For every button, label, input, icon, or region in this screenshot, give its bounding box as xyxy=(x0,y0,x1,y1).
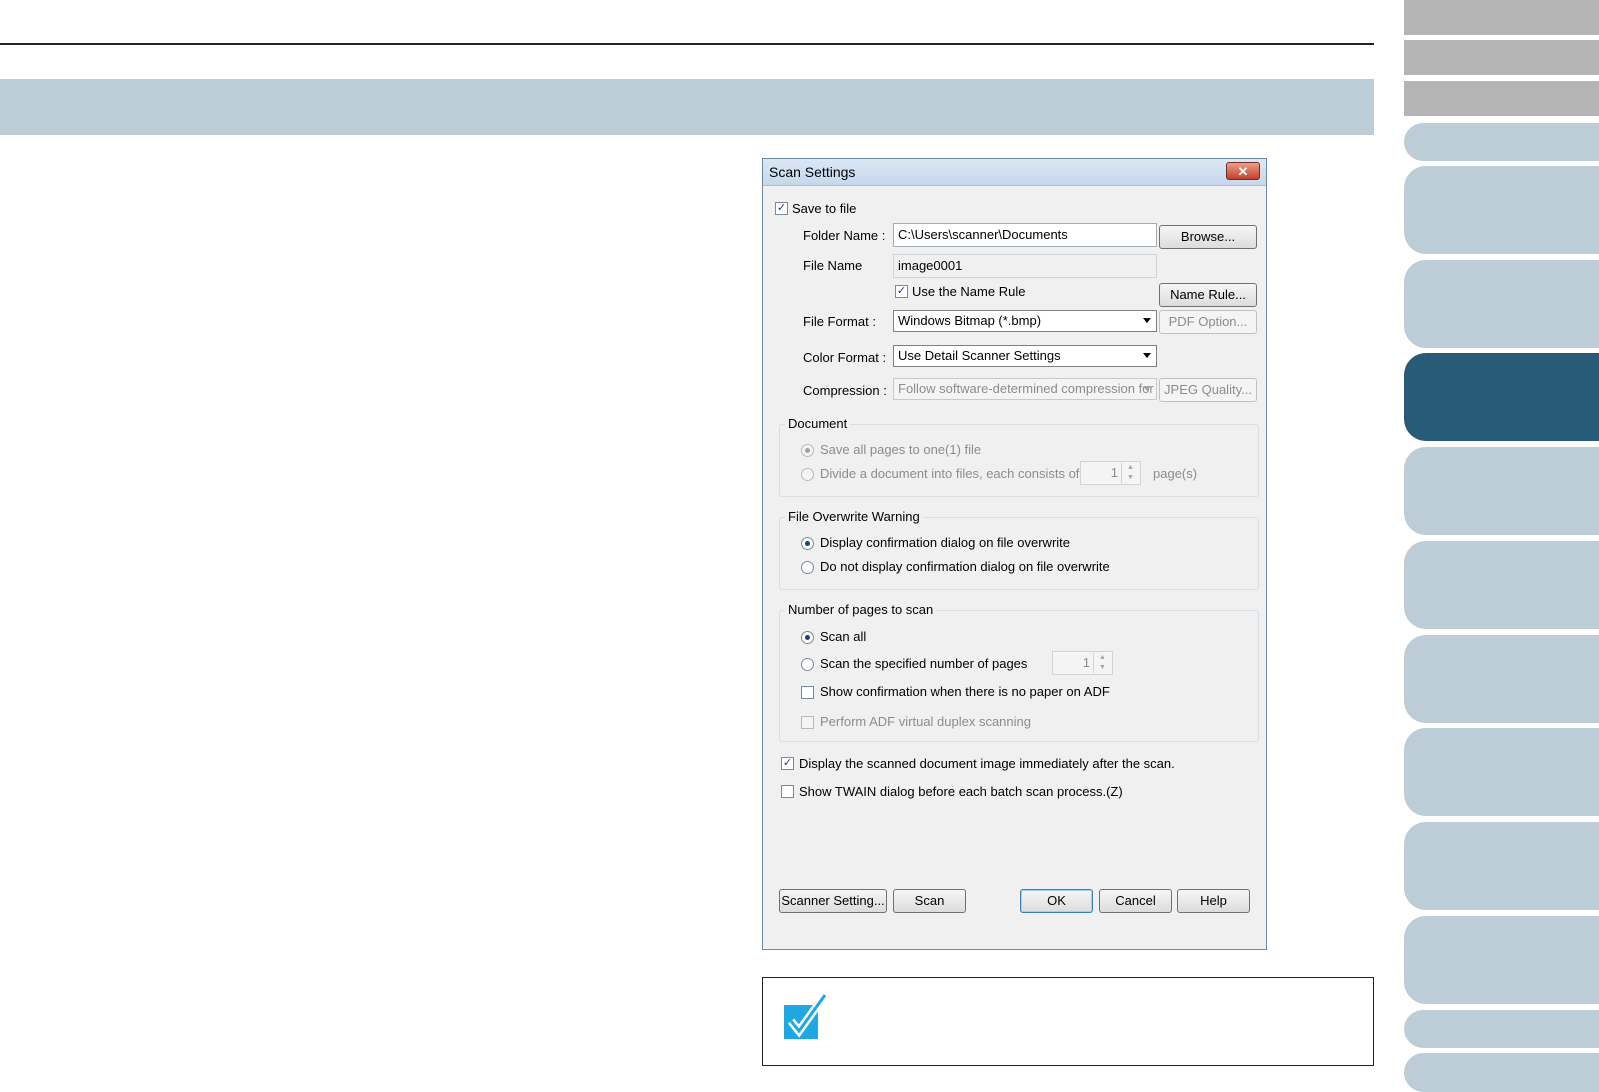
side-tab-14[interactable] xyxy=(1404,1010,1599,1048)
scan-all-radio[interactable] xyxy=(801,631,814,644)
color-format-value: Use Detail Scanner Settings xyxy=(898,348,1061,363)
browse-button[interactable]: Browse... xyxy=(1159,225,1257,249)
virtual-duplex-checkbox[interactable] xyxy=(801,716,814,729)
show-twain-checkbox[interactable] xyxy=(781,785,794,798)
side-tab-5[interactable] xyxy=(1404,166,1599,254)
section-header-band xyxy=(0,79,1374,135)
help-button[interactable]: Help xyxy=(1177,889,1250,913)
check-mark-icon xyxy=(784,992,829,1039)
file-name-field: image0001 xyxy=(893,254,1157,278)
side-tab-8[interactable] xyxy=(1404,447,1599,535)
specified-pages-spinner[interactable]: 1 ▲ ▼ xyxy=(1052,651,1113,675)
display-image-checkbox[interactable]: ✓ xyxy=(781,757,794,770)
top-rule xyxy=(0,43,1374,45)
show-confirmation-checkbox[interactable] xyxy=(801,686,814,699)
folder-name-label: Folder Name : xyxy=(803,228,886,243)
color-format-select[interactable]: Use Detail Scanner Settings xyxy=(893,345,1157,367)
side-tab-12[interactable] xyxy=(1404,822,1599,910)
save-all-one-file-radio[interactable] xyxy=(801,444,814,457)
chevron-down-icon xyxy=(1143,318,1151,323)
color-format-label: Color Format : xyxy=(803,350,887,365)
scan-settings-dialog: Scan Settings ✕ ✓ Save to file Folder Na… xyxy=(762,158,1267,950)
compression-select[interactable]: Follow software-determined compression f… xyxy=(893,378,1157,400)
display-overwrite-dialog-label: Display confirmation dialog on file over… xyxy=(820,535,1071,550)
pages-unit-label: page(s) xyxy=(1153,466,1198,481)
pages-to-scan-group-label: Number of pages to scan xyxy=(785,602,937,617)
name-rule-button[interactable]: Name Rule... xyxy=(1159,283,1257,307)
side-tab-2[interactable] xyxy=(1404,40,1599,75)
jpeg-quality-button[interactable]: JPEG Quality... xyxy=(1159,378,1257,402)
file-format-select[interactable]: Windows Bitmap (*.bmp) xyxy=(893,310,1157,332)
side-tab-15[interactable] xyxy=(1404,1053,1599,1092)
spinner-arrows-icon[interactable]: ▲ ▼ xyxy=(1121,463,1139,483)
file-name-label: File Name xyxy=(803,258,863,273)
folder-name-input[interactable]: C:\Users\scanner\Documents xyxy=(893,223,1157,247)
display-overwrite-dialog-radio[interactable] xyxy=(801,537,814,550)
side-tab-3[interactable] xyxy=(1404,81,1599,116)
side-tab-11[interactable] xyxy=(1404,728,1599,816)
chevron-down-icon xyxy=(1143,353,1151,358)
show-confirmation-label: Show confirmation when there is no paper… xyxy=(820,684,1110,699)
side-tab-6[interactable] xyxy=(1404,260,1599,348)
pdf-option-button[interactable]: PDF Option... xyxy=(1159,310,1257,334)
document-group-label: Document xyxy=(785,416,851,431)
use-name-rule-label: Use the Name Rule xyxy=(912,284,1026,299)
side-tab-10[interactable] xyxy=(1404,635,1599,723)
divide-document-radio[interactable] xyxy=(801,468,814,481)
note-box xyxy=(762,977,1374,1066)
scan-all-label: Scan all xyxy=(820,629,867,644)
document-group xyxy=(779,424,1259,497)
scan-specified-pages-radio[interactable] xyxy=(801,658,814,671)
file-format-label: File Format : xyxy=(803,314,876,329)
scanner-setting-button[interactable]: Scanner Setting... xyxy=(779,889,887,913)
divide-pages-value: 1 xyxy=(1110,465,1118,480)
display-image-label: Display the scanned document image immed… xyxy=(799,756,1175,771)
spinner-arrows-icon[interactable]: ▲ ▼ xyxy=(1093,653,1111,673)
ok-button[interactable]: OK xyxy=(1020,889,1093,913)
show-twain-label: Show TWAIN dialog before each batch scan… xyxy=(799,784,1123,799)
compression-value: Follow software-determined compression f… xyxy=(898,381,1154,396)
no-overwrite-dialog-radio[interactable] xyxy=(801,561,814,574)
side-tab-1[interactable] xyxy=(1404,0,1599,35)
scan-specified-pages-label: Scan the specified number of pages xyxy=(820,656,1028,671)
divide-pages-spinner[interactable]: 1 ▲ ▼ xyxy=(1080,461,1141,485)
dialog-title: Scan Settings xyxy=(769,164,856,180)
use-name-rule-checkbox[interactable]: ✓ xyxy=(895,285,908,298)
scan-button[interactable]: Scan xyxy=(893,889,966,913)
no-overwrite-dialog-label: Do not display confirmation dialog on fi… xyxy=(820,559,1110,574)
close-button[interactable]: ✕ xyxy=(1226,162,1260,180)
save-to-file-label: Save to file xyxy=(792,201,857,216)
divide-document-label: Divide a document into files, each consi… xyxy=(820,466,1080,481)
cancel-button[interactable]: Cancel xyxy=(1099,889,1172,913)
overwrite-group-label: File Overwrite Warning xyxy=(785,509,923,524)
save-to-file-checkbox[interactable]: ✓ xyxy=(775,202,788,215)
side-tab-9[interactable] xyxy=(1404,541,1599,629)
save-all-one-file-label: Save all pages to one(1) file xyxy=(820,442,982,457)
side-tab-13[interactable] xyxy=(1404,916,1599,1004)
file-format-value: Windows Bitmap (*.bmp) xyxy=(898,313,1042,328)
specified-pages-value: 1 xyxy=(1082,655,1090,670)
side-tab-7-active[interactable] xyxy=(1404,353,1599,441)
chevron-down-icon xyxy=(1143,386,1151,391)
virtual-duplex-label: Perform ADF virtual duplex scanning xyxy=(820,714,1031,729)
dialog-titlebar: Scan Settings ✕ xyxy=(763,159,1266,186)
side-tab-4[interactable] xyxy=(1404,123,1599,161)
compression-label: Compression : xyxy=(803,383,887,398)
overwrite-group xyxy=(779,517,1259,590)
